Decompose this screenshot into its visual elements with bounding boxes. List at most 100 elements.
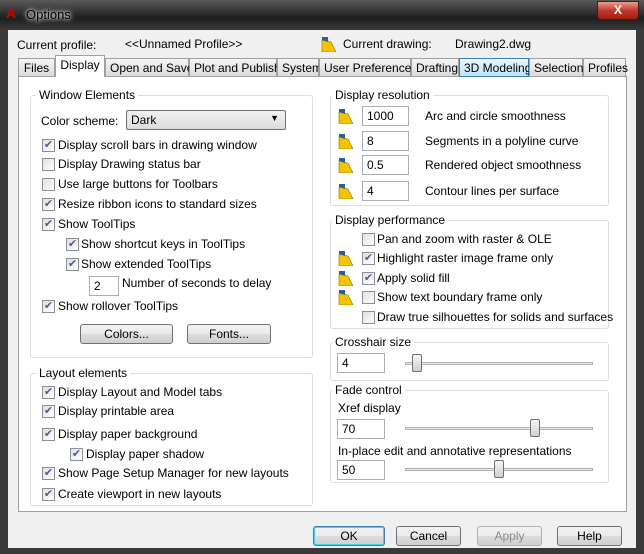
contour-lines-label: Contour lines per surface: [425, 184, 560, 198]
crosshair-size-input[interactable]: 4: [337, 353, 385, 373]
checkbox-printable-area[interactable]: ✔: [42, 405, 55, 418]
checkbox-label: Pan and zoom with raster & OLE: [377, 232, 552, 246]
tab-files[interactable]: Files: [18, 58, 55, 77]
checkbox-show-tooltips[interactable]: ✔: [42, 218, 55, 231]
inplace-fade-slider-thumb[interactable]: [494, 460, 504, 478]
checkbox-paper-shadow[interactable]: ✔: [70, 448, 83, 461]
display-resolution-title: Display resolution: [332, 88, 433, 102]
current-drawing-label: Current drawing:: [343, 37, 432, 51]
checkbox-label: Highlight raster image frame only: [377, 251, 554, 265]
rendered-smoothness-input[interactable]: 0.5: [362, 155, 409, 175]
xref-fade-slider-thumb[interactable]: [529, 419, 540, 437]
drawing-saved-setting-icon: [338, 184, 354, 199]
crosshair-slider-track[interactable]: [405, 362, 593, 365]
fonts-button[interactable]: Fonts...: [187, 324, 271, 344]
checkbox-label: Display paper background: [58, 427, 198, 441]
checkbox-label: Create viewport in new layouts: [58, 487, 222, 501]
cancel-button[interactable]: Cancel: [396, 526, 461, 546]
window-elements-title: Window Elements: [36, 88, 139, 102]
current-profile-label: Current profile:: [17, 38, 97, 52]
polyline-segments-label: Segments in a polyline curve: [425, 134, 579, 148]
contour-lines-input[interactable]: 4: [362, 181, 409, 201]
checkbox-large-buttons[interactable]: [42, 178, 55, 191]
drawing-file-icon: [321, 37, 337, 52]
colors-button[interactable]: Colors...: [80, 324, 173, 344]
tab-display[interactable]: Display: [55, 55, 105, 77]
color-scheme-value: Dark: [131, 113, 157, 127]
checkbox-label: Apply solid fill: [377, 271, 450, 285]
checkbox-text-boundary-frame[interactable]: [362, 291, 375, 304]
delay-label: Number of seconds to delay: [122, 276, 272, 290]
xref-display-label: Xref display: [338, 401, 401, 415]
tab-plot-and-publish[interactable]: Plot and Publish: [189, 58, 281, 77]
checkbox-label: Draw true silhouettes for solids and sur…: [377, 310, 614, 324]
polyline-segments-input[interactable]: 8: [362, 131, 409, 151]
tab-profiles[interactable]: Profiles: [583, 58, 628, 77]
tab-system[interactable]: System: [277, 58, 322, 77]
checkbox-highlight-raster-frame[interactable]: ✔: [362, 252, 375, 265]
checkbox-label: Show rollover ToolTips: [58, 299, 179, 313]
checkbox-scroll-bars[interactable]: ✔: [42, 139, 55, 152]
drawing-saved-setting-icon: [338, 109, 354, 124]
checkbox-label: Show ToolTips: [58, 217, 136, 231]
chevron-down-icon: ▼: [270, 113, 279, 123]
checkbox-label: Use large buttons for Toolbars: [58, 177, 218, 191]
checkbox-rollover-tooltips[interactable]: ✔: [42, 300, 55, 313]
tab-open-and-save[interactable]: Open and Save: [105, 58, 193, 77]
checkbox-drawing-status-bar[interactable]: [42, 158, 55, 171]
checkbox-label: Display paper shadow: [86, 447, 205, 461]
help-button[interactable]: Help: [557, 526, 622, 546]
checkbox-true-silhouettes[interactable]: [362, 311, 375, 324]
drawing-saved-setting-icon: [338, 134, 354, 149]
window-title: Options: [26, 7, 71, 22]
drawing-saved-setting-icon: [338, 251, 354, 266]
display-performance-title: Display performance: [332, 213, 449, 227]
arc-smoothness-input[interactable]: 1000: [362, 106, 409, 126]
xref-fade-slider-track[interactable]: [405, 427, 593, 430]
checkbox-apply-solid-fill[interactable]: ✔: [362, 272, 375, 285]
crosshair-slider-thumb[interactable]: [412, 354, 423, 372]
rendered-smoothness-label: Rendered object smoothness: [425, 158, 582, 172]
current-profile-value: <<Unnamed Profile>>: [125, 37, 243, 51]
ok-button[interactable]: OK: [313, 526, 385, 546]
checkbox-pan-zoom-raster[interactable]: [362, 233, 375, 246]
checkbox-create-viewport[interactable]: ✔: [42, 488, 55, 501]
checkbox-label: Display Drawing status bar: [58, 157, 201, 171]
delay-seconds-input[interactable]: 2: [89, 276, 119, 296]
inplace-fade-input[interactable]: 50: [337, 460, 385, 480]
checkbox-label: Show extended ToolTips: [81, 257, 212, 271]
close-button[interactable]: X: [597, 1, 639, 20]
checkbox-label: Display Layout and Model tabs: [58, 385, 223, 399]
tab-3d-modeling[interactable]: 3D Modeling: [459, 58, 531, 77]
inplace-edit-label: In-place edit and annotative representat…: [338, 444, 572, 458]
layout-elements-title: Layout elements: [36, 366, 131, 380]
xref-fade-input[interactable]: 70: [337, 419, 385, 439]
checkbox-label: Display printable area: [58, 404, 175, 418]
drawing-saved-setting-icon: [338, 271, 354, 286]
checkbox-label: Display scroll bars in drawing window: [58, 138, 257, 152]
drawing-saved-setting-icon: [338, 158, 354, 173]
checkbox-label: Resize ribbon icons to standard sizes: [58, 197, 257, 211]
checkbox-page-setup-manager[interactable]: ✔: [42, 467, 55, 480]
crosshair-size-title: Crosshair size: [332, 335, 415, 349]
color-scheme-label: Color scheme:: [41, 114, 119, 128]
checkbox-extended-tooltips[interactable]: ✔: [66, 258, 79, 271]
checkbox-shortcut-keys[interactable]: ✔: [66, 238, 79, 251]
tab-selection[interactable]: Selection: [529, 58, 583, 77]
tab-user-preferences[interactable]: User Preferences: [319, 58, 417, 77]
checkbox-paper-background[interactable]: ✔: [42, 428, 55, 441]
drawing-saved-setting-icon: [338, 290, 354, 305]
autocad-logo-icon: A: [6, 5, 17, 21]
arc-smoothness-label: Arc and circle smoothness: [425, 109, 566, 123]
checkbox-label: Show text boundary frame only: [377, 290, 543, 304]
title-bar: [0, 0, 644, 30]
checkbox-layout-model-tabs[interactable]: ✔: [42, 386, 55, 399]
tab-drafting[interactable]: Drafting: [411, 58, 459, 77]
color-scheme-select[interactable]: Dark ▼: [126, 110, 286, 130]
fade-control-title: Fade control: [332, 383, 405, 397]
apply-button[interactable]: Apply: [477, 526, 542, 546]
checkbox-resize-ribbon-icons[interactable]: ✔: [42, 198, 55, 211]
checkbox-label: Show Page Setup Manager for new layouts: [58, 466, 289, 480]
checkbox-label: Show shortcut keys in ToolTips: [81, 237, 246, 251]
current-drawing-value: Drawing2.dwg: [455, 37, 532, 51]
